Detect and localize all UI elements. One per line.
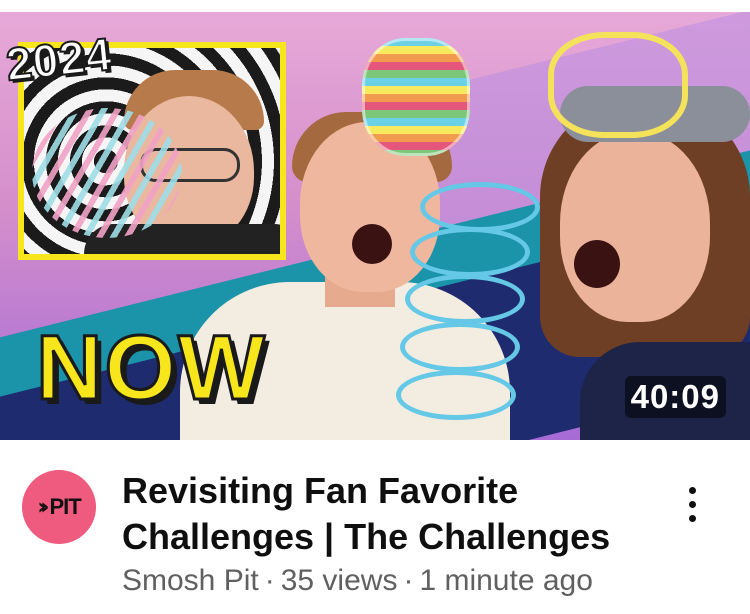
- video-details: ›› PIT Revisiting Fan Favorite Challenge…: [0, 440, 750, 614]
- person-mouth: [352, 224, 392, 264]
- channel-name[interactable]: Smosh Pit: [122, 564, 259, 597]
- person-face: [560, 132, 710, 322]
- rainbow-spring-toy: [362, 38, 470, 156]
- separator: ·: [403, 564, 414, 597]
- blue-spring-coil: [405, 274, 525, 324]
- double-chevron-right-icon: ››: [37, 494, 49, 520]
- blue-spring-coil: [420, 182, 540, 232]
- avatar-text: PIT: [49, 494, 81, 519]
- more-options-button[interactable]: [672, 474, 712, 534]
- vertical-ellipsis-icon: [688, 486, 696, 494]
- year-badge: 2024: [3, 27, 116, 92]
- separator: ·: [264, 564, 275, 597]
- blue-spring-coil: [410, 227, 530, 277]
- channel-avatar[interactable]: ›› PIT: [22, 470, 96, 544]
- duration-badge: 40:09: [624, 376, 726, 418]
- vertical-ellipsis-icon: [688, 500, 696, 508]
- pastel-spring-toy: [32, 108, 182, 238]
- video-thumbnail[interactable]: 2024 NOW 40:09: [0, 12, 750, 440]
- person-mouth: [574, 240, 620, 288]
- upload-age: 1 minute ago: [419, 564, 593, 597]
- vertical-ellipsis-icon: [688, 514, 696, 522]
- video-subtitle: Smosh Pit · 35 views · 1 minute ago: [122, 564, 593, 598]
- view-count: 35 views: [280, 564, 398, 597]
- blue-spring-coil: [400, 322, 520, 372]
- now-overlay-text: NOW: [35, 317, 267, 419]
- blue-spring-coil: [396, 370, 516, 420]
- video-title[interactable]: Revisiting Fan Favorite Challenges | The…: [122, 468, 642, 560]
- yellow-spring-toy: [548, 32, 688, 138]
